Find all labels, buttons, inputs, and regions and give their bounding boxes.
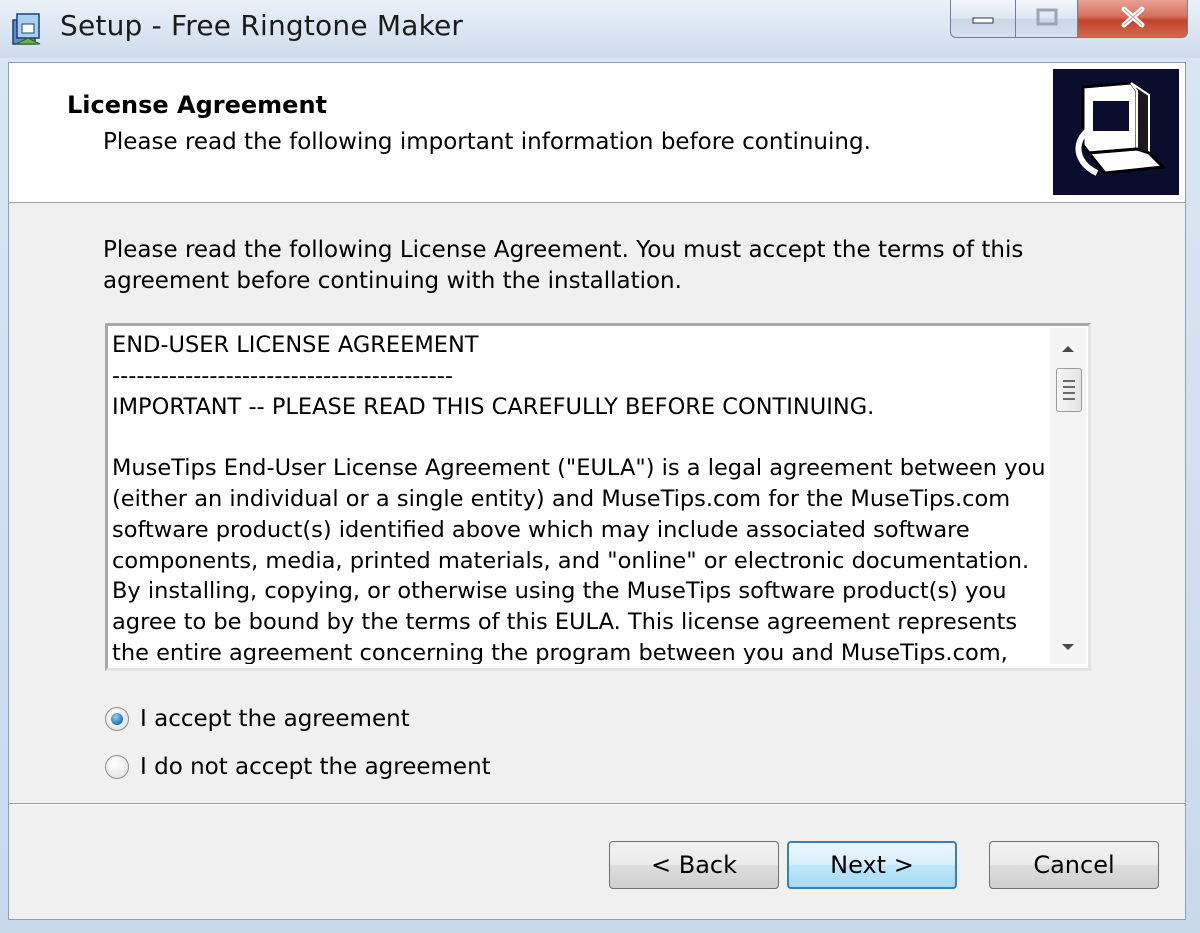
license-text-box[interactable]: END-USER LICENSE AGREEMENT -------------… xyxy=(105,323,1091,671)
scroll-down-button[interactable] xyxy=(1050,630,1086,660)
button-separator xyxy=(9,803,1185,805)
minimize-button[interactable] xyxy=(950,0,1016,38)
grip-line xyxy=(1063,398,1075,400)
setup-window: Setup - Free Ringtone Maker License Agre… xyxy=(0,0,1200,933)
chevron-down-icon xyxy=(1061,636,1075,655)
installer-app-icon xyxy=(10,10,46,48)
caption-buttons xyxy=(950,0,1188,40)
scroll-up-button[interactable] xyxy=(1050,332,1086,362)
intro-text: Please read the following License Agreem… xyxy=(103,235,1063,297)
scroll-thumb[interactable] xyxy=(1056,368,1082,412)
page-subtitle: Please read the following important info… xyxy=(103,129,871,155)
chevron-up-icon xyxy=(1061,338,1075,357)
license-text[interactable]: END-USER LICENSE AGREEMENT -------------… xyxy=(112,330,1050,664)
accept-label[interactable]: I accept the agreement xyxy=(140,706,410,732)
decline-radio[interactable] xyxy=(105,755,129,779)
next-button[interactable]: Next > xyxy=(787,841,957,889)
radio-selected-dot xyxy=(111,713,123,725)
wizard-header: License Agreement Please read the follow… xyxy=(9,63,1185,203)
accept-radio[interactable] xyxy=(105,707,129,731)
close-button[interactable] xyxy=(1078,0,1188,38)
window-title: Setup - Free Ringtone Maker xyxy=(60,9,464,42)
page-title: License Agreement xyxy=(67,91,328,119)
grip-line xyxy=(1063,380,1075,382)
accept-option[interactable]: I accept the agreement xyxy=(105,706,410,732)
vertical-scrollbar[interactable] xyxy=(1050,328,1086,664)
wizard-body: License Agreement Please read the follow… xyxy=(8,62,1186,920)
decline-label[interactable]: I do not accept the agreement xyxy=(140,754,491,780)
intro-line: Please read the following License Agreem… xyxy=(103,237,1024,294)
minimize-icon xyxy=(972,9,994,28)
maximize-button[interactable] xyxy=(1016,0,1078,38)
back-button[interactable]: < Back xyxy=(609,841,779,889)
installer-computer-icon xyxy=(1053,69,1179,195)
decline-option[interactable]: I do not accept the agreement xyxy=(105,754,491,780)
maximize-icon xyxy=(1036,8,1058,30)
grip-line xyxy=(1063,386,1075,388)
close-icon xyxy=(1120,6,1146,32)
title-bar[interactable]: Setup - Free Ringtone Maker xyxy=(0,0,1200,58)
grip-line xyxy=(1063,392,1075,394)
cancel-button[interactable]: Cancel xyxy=(989,841,1159,889)
